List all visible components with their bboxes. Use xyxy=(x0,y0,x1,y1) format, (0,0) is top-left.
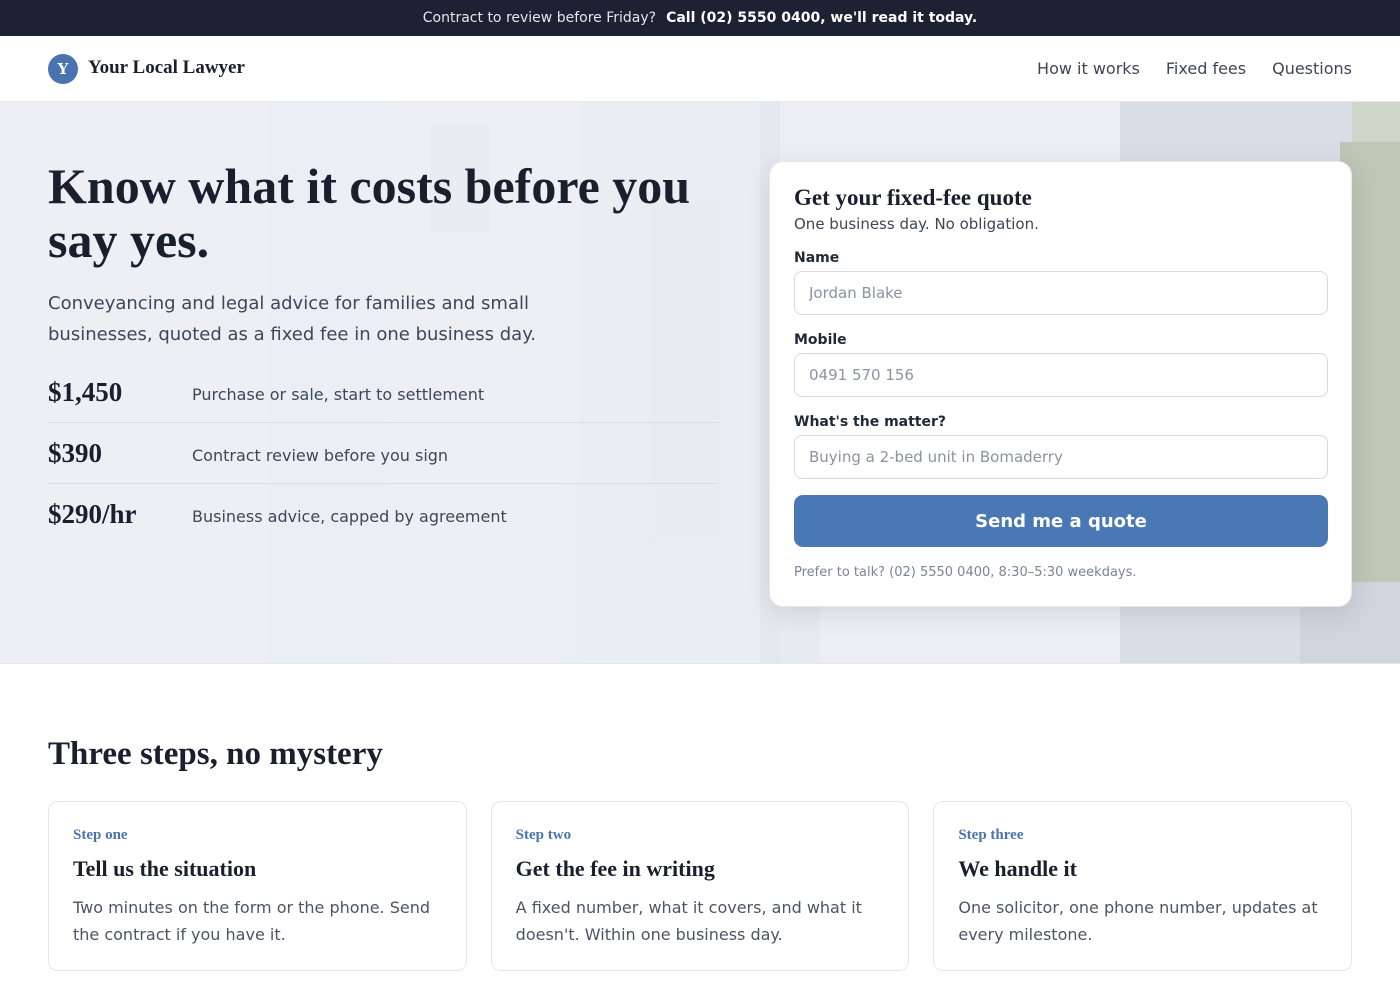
send-quote-button[interactable]: Send me a quote xyxy=(794,495,1328,547)
step-card: Step one Tell us the situation Two minut… xyxy=(48,801,467,971)
name-field[interactable] xyxy=(794,271,1328,315)
nav-fixed-fees[interactable]: Fixed fees xyxy=(1166,58,1246,80)
step-card: Step three We handle it One solicitor, o… xyxy=(933,801,1353,971)
site-header: Y Your Local Lawyer How it works Fixed f… xyxy=(0,36,1400,102)
step-title: Tell us the situation xyxy=(73,856,257,881)
announcement-call-link[interactable]: Call (02) 5550 0400, we'll read it today… xyxy=(666,10,977,26)
step-text: One solicitor, one phone number, updates… xyxy=(958,898,1318,944)
matter-label: What's the matter? xyxy=(794,414,947,430)
mobile-field[interactable] xyxy=(794,353,1328,397)
step-text: Two minutes on the form or the phone. Se… xyxy=(73,898,431,944)
fee-description: Purchase or sale, start to settlement xyxy=(192,384,485,404)
step-title: We handle it xyxy=(958,856,1077,881)
matter-field[interactable] xyxy=(794,435,1328,479)
fee-price: $1,450 xyxy=(48,376,123,407)
hero-section: Know what it costs before you say yes. C… xyxy=(0,102,1400,664)
main-nav: How it works Fixed fees Questions xyxy=(1037,58,1352,80)
step-title: Get the fee in writing xyxy=(515,856,715,881)
brand-name[interactable]: Your Local Lawyer xyxy=(88,56,245,80)
fee-price: $390 xyxy=(48,437,102,468)
fee-row: $390 Contract review before you sign xyxy=(48,423,718,484)
step-kicker: Step three xyxy=(958,827,1024,843)
announcement-bar: Contract to review before Friday? Call (… xyxy=(0,0,1400,36)
fee-row: $1,450 Purchase or sale, start to settle… xyxy=(48,362,718,423)
steps-list: Step one Tell us the situation Two minut… xyxy=(48,801,1353,971)
announcement-text: Contract to review before Friday? xyxy=(422,10,657,26)
fee-list: $1,450 Purchase or sale, start to settle… xyxy=(48,362,718,545)
step-text: A fixed number, what it covers, and what… xyxy=(515,898,862,944)
quote-form: Get your fixed-fee quote One business da… xyxy=(769,161,1352,607)
nav-questions[interactable]: Questions xyxy=(1272,58,1352,80)
quote-form-subtitle: One business day. No obligation. xyxy=(794,215,1039,233)
mobile-label: Mobile xyxy=(794,332,847,348)
step-kicker: Step one xyxy=(73,827,128,843)
step-kicker: Step two xyxy=(515,827,572,843)
quote-form-title: Get your fixed-fee quote xyxy=(794,185,1032,210)
steps-heading: Three steps, no mystery xyxy=(48,736,383,772)
hero-subtitle: Conveyancing and legal advice for famili… xyxy=(48,293,537,345)
fee-price: $290/hr xyxy=(48,499,137,529)
step-card: Step two Get the fee in writing A fixed … xyxy=(490,801,910,971)
fee-description: Business advice, capped by agreement xyxy=(192,507,507,526)
hero-title: Know what it costs before you say yes. xyxy=(48,158,691,268)
name-label: Name xyxy=(794,250,840,266)
logo-icon[interactable]: Y xyxy=(48,54,78,84)
fee-row: $290/hr Business advice, capped by agree… xyxy=(48,484,718,545)
fee-description: Contract review before you sign xyxy=(192,445,449,465)
phone-note: Prefer to talk? (02) 5550 0400, 8:30–5:3… xyxy=(794,565,1137,580)
nav-how-it-works[interactable]: How it works xyxy=(1037,58,1140,80)
